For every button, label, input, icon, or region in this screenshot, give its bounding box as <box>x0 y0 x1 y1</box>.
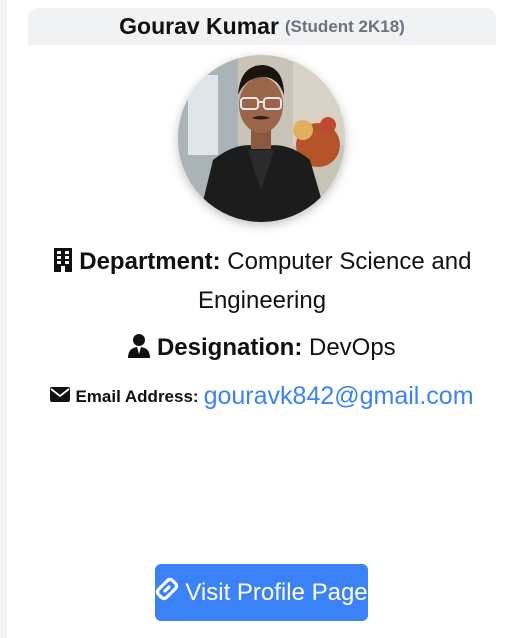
envelope-icon <box>50 386 71 407</box>
profile-subtitle: (Student 2K18) <box>284 16 405 36</box>
building-icon <box>53 247 73 283</box>
department-label: Department: <box>79 248 221 275</box>
department-row: Department: Computer Science and Enginee… <box>28 244 496 319</box>
profile-name: Gourav Kumar <box>119 13 279 39</box>
designation-row: Designation: DevOps <box>28 330 496 369</box>
designation-label: Designation: <box>156 334 303 361</box>
profile-card: Gourav Kumar (Student 2K18) Department: … <box>28 8 496 638</box>
email-row: Email Address: gouravk842@gmail.com <box>28 382 496 411</box>
link-icon <box>155 577 179 608</box>
user-tie-icon <box>128 333 151 369</box>
avatar <box>178 55 345 222</box>
email-label: Email Address: <box>75 386 199 406</box>
left-rail <box>0 0 7 638</box>
designation-value: DevOps <box>308 334 396 361</box>
department-value: Computer Science and Engineering <box>197 248 472 314</box>
email-link[interactable]: gouravk842@gmail.com <box>204 382 474 411</box>
visit-profile-button[interactable]: Visit Profile Page <box>155 564 368 621</box>
visit-profile-label: Visit Profile Page <box>185 578 368 606</box>
card-header: Gourav Kumar (Student 2K18) <box>28 8 496 45</box>
profile-info: Department: Computer Science and Enginee… <box>28 244 496 411</box>
